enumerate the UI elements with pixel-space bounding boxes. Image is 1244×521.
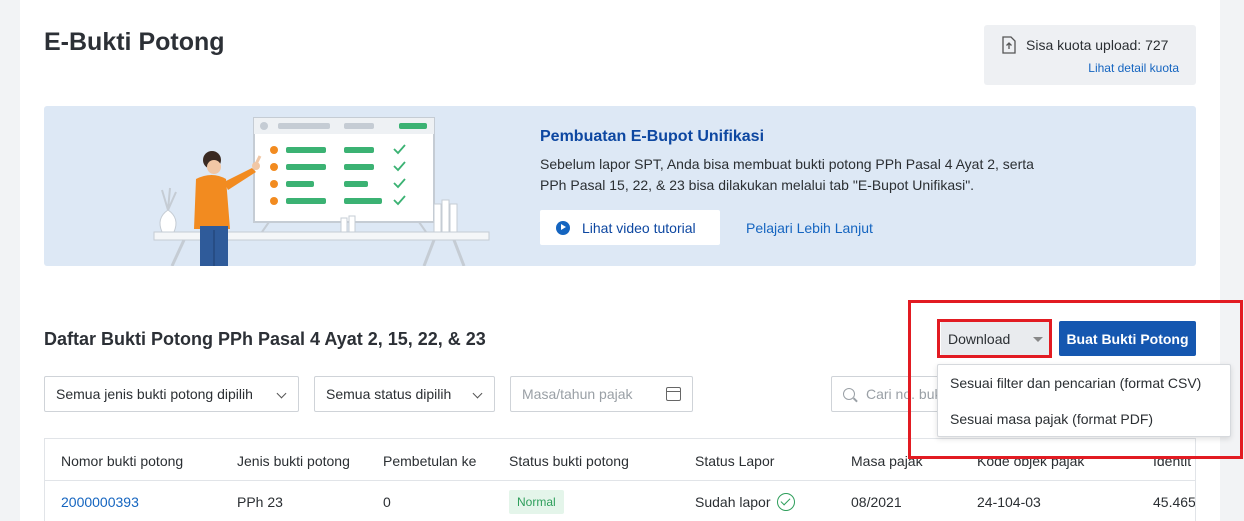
kode-cell: 24-104-03 [977,494,1041,510]
banner-description: Sebelum lapor SPT, Anda bisa membuat buk… [540,156,1034,193]
quota-detail-link[interactable]: Lihat detail kuota [1088,61,1179,75]
column-header[interactable]: Jenis bukti potong [237,453,350,469]
jenis-cell: PPh 23 [237,494,283,510]
table-header: Nomor bukti potong Jenis bukti potong Pe… [45,439,1195,481]
learn-more-link[interactable]: Pelajari Lebih Lanjut [746,220,873,236]
search-icon [843,388,855,400]
type-filter-label: Semua jenis bukti potong dipilih [56,386,253,402]
download-select[interactable]: Download [941,322,1049,355]
period-placeholder: Masa/tahun pajak [522,386,633,402]
video-tutorial-label: Lihat video tutorial [582,219,696,236]
quota-text: Sisa kuota upload: 727 [1026,37,1169,53]
play-icon [556,220,570,235]
column-header[interactable]: Identit [1153,453,1191,469]
info-banner: Pembuatan E-Bupot Unifikasi Sebelum lapo… [44,106,1196,266]
create-bukti-potong-button[interactable]: Buat Bukti Potong [1059,321,1196,356]
column-header[interactable]: Status bukti potong [509,453,629,469]
caret-down-icon [1033,337,1043,342]
list-title: Daftar Bukti Potong PPh Pasal 4 Ayat 2, … [44,329,486,349]
period-filter-input[interactable]: Masa/tahun pajak [510,376,693,412]
download-select-label: Download [948,330,1011,347]
lapor-cell: Sudah lapor [695,493,795,512]
pembetulan-cell: 0 [383,494,391,510]
chevron-down-icon [276,388,287,399]
status-filter-select[interactable]: Semua status dipilih [314,376,495,412]
status-filter-label: Semua status dipilih [326,386,452,402]
type-filter-select[interactable]: Semua jenis bukti potong dipilih [44,376,299,412]
column-header[interactable]: Status Lapor [695,453,774,469]
check-circle-icon [776,493,795,512]
calendar-icon [666,387,681,401]
search-input[interactable]: Cari no. bukti [831,376,951,412]
lapor-text: Sudah lapor [695,494,771,510]
column-header[interactable]: Kode objek pajak [977,453,1084,469]
upload-quota-panel: Sisa kuota upload: 727 Lihat detail kuot… [984,25,1196,85]
download-menu: Sesuai filter dan pencarian (format CSV)… [937,364,1231,437]
menu-item-csv[interactable]: Sesuai filter dan pencarian (format CSV) [950,375,1201,391]
bukti-potong-table: Nomor bukti potong Jenis bukti potong Pe… [44,438,1196,521]
page-title: E-Bukti Potong [44,28,225,56]
checklist-illustration [153,117,490,266]
column-header[interactable]: Pembetulan ke [383,453,476,469]
upload-file-icon [1002,36,1016,54]
masa-cell: 08/2021 [851,494,902,510]
video-tutorial-button[interactable]: Lihat video tutorial [540,210,720,245]
column-header[interactable]: Nomor bukti potong [61,453,183,469]
chevron-down-icon [472,388,483,399]
status-badge: Normal [509,490,564,514]
banner-title: Pembuatan E-Bupot Unifikasi [540,128,765,145]
column-header[interactable]: Masa pajak [851,453,923,469]
nomor-link[interactable]: 2000000393 [61,494,139,510]
identitas-cell: 45.465 [1153,494,1196,510]
menu-item-pdf[interactable]: Sesuai masa pajak (format PDF) [950,411,1153,427]
